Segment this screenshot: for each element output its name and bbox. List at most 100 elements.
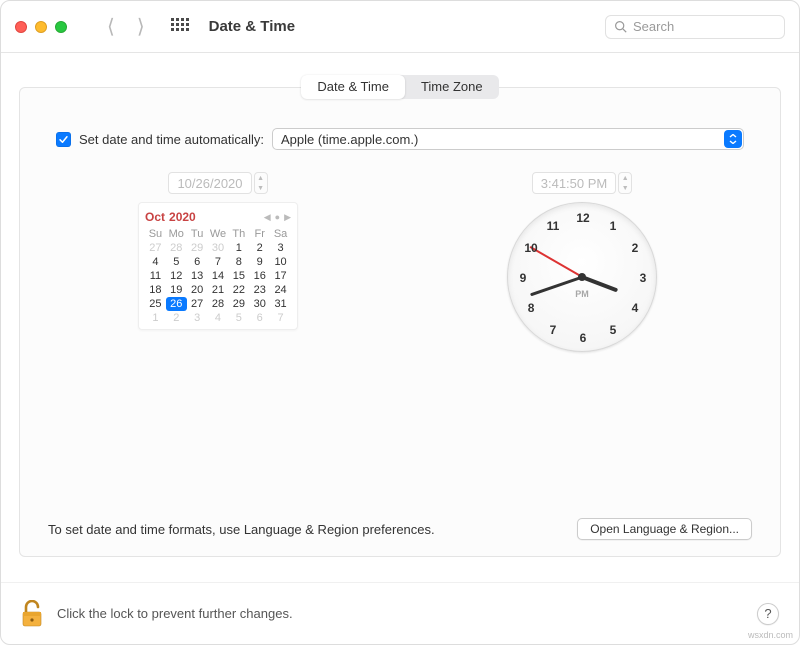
auto-set-checkbox[interactable]: [56, 132, 71, 147]
chevron-down-icon: [724, 130, 742, 148]
tab-time-zone[interactable]: Time Zone: [405, 75, 499, 99]
calendar-day[interactable]: 21: [208, 283, 229, 297]
clock-ampm: PM: [575, 289, 589, 299]
clock-number: 5: [610, 323, 617, 337]
calendar-day[interactable]: 5: [166, 255, 187, 269]
help-button[interactable]: ?: [757, 603, 779, 625]
calendar-day[interactable]: 25: [145, 297, 166, 311]
calendar-day[interactable]: 27: [187, 297, 208, 311]
calendar-dow: Th: [228, 227, 249, 241]
calendar-day[interactable]: 4: [145, 255, 166, 269]
time-server-combo[interactable]: Apple (time.apple.com.): [272, 128, 744, 150]
calendar-day[interactable]: 10: [270, 255, 291, 269]
calendar-day[interactable]: 27: [145, 241, 166, 255]
calendar-day[interactable]: 7: [270, 311, 291, 325]
calendar[interactable]: Oct2020 ◀ ● ▶ SuMoTuWeThFrSa272829301234…: [138, 202, 298, 330]
time-field[interactable]: 3:41:50 PM: [532, 172, 617, 194]
calendar-day[interactable]: 1: [145, 311, 166, 325]
clock-number: 12: [576, 211, 589, 225]
calendar-day[interactable]: 28: [166, 241, 187, 255]
calendar-day[interactable]: 2: [249, 241, 270, 255]
calendar-today-button[interactable]: ●: [275, 212, 280, 222]
calendar-day[interactable]: 3: [270, 241, 291, 255]
calendar-day[interactable]: 26: [166, 297, 187, 311]
tab-date-time[interactable]: Date & Time: [301, 75, 405, 99]
calendar-nav: ◀ ● ▶: [264, 212, 291, 223]
search-input[interactable]: Search: [605, 15, 785, 39]
time-server-value: Apple (time.apple.com.): [281, 132, 418, 147]
calendar-day[interactable]: 18: [145, 283, 166, 297]
tab-bar: Date & Time Time Zone: [301, 75, 498, 99]
clock-pivot: [578, 273, 586, 281]
formats-hint: To set date and time formats, use Langua…: [48, 522, 435, 537]
calendar-day[interactable]: 29: [187, 241, 208, 255]
clock-number: 9: [520, 271, 527, 285]
calendar-day[interactable]: 30: [208, 241, 229, 255]
calendar-day[interactable]: 11: [145, 269, 166, 283]
calendar-dow: Su: [145, 227, 166, 241]
calendar-day[interactable]: 4: [208, 311, 229, 325]
date-field[interactable]: 10/26/2020: [168, 172, 251, 194]
calendar-day[interactable]: 24: [270, 283, 291, 297]
calendar-day[interactable]: 5: [228, 311, 249, 325]
clock-number: 1: [610, 219, 617, 233]
calendar-day[interactable]: 1: [228, 241, 249, 255]
clock-number: 11: [547, 219, 560, 233]
analog-clock: PM 121234567891011: [507, 202, 657, 352]
calendar-day[interactable]: 30: [249, 297, 270, 311]
calendar-day[interactable]: 8: [228, 255, 249, 269]
calendar-day[interactable]: 13: [187, 269, 208, 283]
open-language-region-button[interactable]: Open Language & Region...: [577, 518, 752, 540]
calendar-day[interactable]: 20: [187, 283, 208, 297]
calendar-day[interactable]: 6: [249, 311, 270, 325]
footer: Click the lock to prevent further change…: [1, 582, 799, 644]
clock-number: 7: [550, 323, 557, 337]
calendar-day[interactable]: 7: [208, 255, 229, 269]
date-stepper-arrows[interactable]: ▲▼: [254, 172, 268, 194]
watermark: wsxdn.com: [748, 630, 793, 640]
clock-number: 8: [528, 301, 535, 315]
close-window-button[interactable]: [15, 21, 27, 33]
checkmark-icon: [58, 134, 69, 145]
calendar-dow: Sa: [270, 227, 291, 241]
minimize-window-button[interactable]: [35, 21, 47, 33]
calendar-day[interactable]: 14: [208, 269, 229, 283]
calendar-day[interactable]: 17: [270, 269, 291, 283]
calendar-day[interactable]: 15: [228, 269, 249, 283]
calendar-day[interactable]: 28: [208, 297, 229, 311]
calendar-day[interactable]: 31: [270, 297, 291, 311]
calendar-month-year: Oct2020: [145, 210, 196, 224]
calendar-day[interactable]: 12: [166, 269, 187, 283]
lock-icon[interactable]: [21, 600, 43, 628]
clock-number: 6: [580, 331, 587, 345]
titlebar: ⟨ ⟩ Date & Time Search: [1, 1, 799, 53]
calendar-day[interactable]: 19: [166, 283, 187, 297]
time-stepper: 3:41:50 PM ▲▼: [532, 172, 633, 194]
calendar-day[interactable]: 22: [228, 283, 249, 297]
calendar-dow: Mo: [166, 227, 187, 241]
calendar-day[interactable]: 9: [249, 255, 270, 269]
clock-number: 2: [632, 241, 639, 255]
calendar-prev-button[interactable]: ◀: [264, 212, 271, 223]
calendar-day[interactable]: 6: [187, 255, 208, 269]
date-stepper: 10/26/2020 ▲▼: [168, 172, 267, 194]
calendar-day[interactable]: 29: [228, 297, 249, 311]
calendar-day[interactable]: 16: [249, 269, 270, 283]
calendar-dow: Fr: [249, 227, 270, 241]
time-stepper-arrows[interactable]: ▲▼: [618, 172, 632, 194]
forward-button[interactable]: ⟩: [137, 14, 145, 39]
calendar-day[interactable]: 2: [166, 311, 187, 325]
clock-number: 10: [524, 241, 537, 255]
clock-number: 4: [632, 301, 639, 315]
calendar-day[interactable]: 23: [249, 283, 270, 297]
search-icon: [614, 20, 627, 33]
zoom-window-button[interactable]: [55, 21, 67, 33]
window-title: Date & Time: [209, 18, 295, 35]
clock-number: 3: [640, 271, 647, 285]
back-button[interactable]: ⟨: [107, 14, 115, 39]
show-all-prefs-icon[interactable]: [171, 18, 189, 36]
calendar-next-button[interactable]: ▶: [284, 212, 291, 223]
window-controls: [15, 21, 67, 33]
calendar-day[interactable]: 3: [187, 311, 208, 325]
calendar-dow: Tu: [187, 227, 208, 241]
